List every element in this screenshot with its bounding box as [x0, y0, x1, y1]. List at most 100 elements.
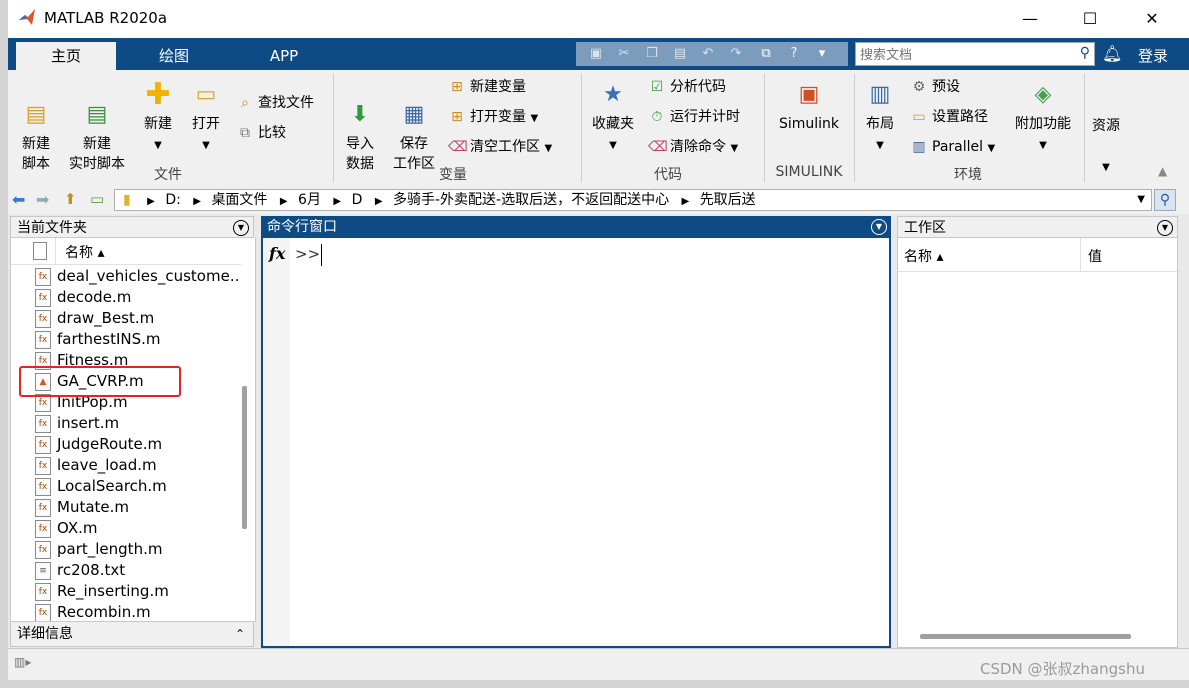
tab-home[interactable]: 主页	[16, 42, 116, 70]
open-variable-button[interactable]: ⊞ 打开变量 ▼	[448, 106, 538, 128]
panel-menu-icon[interactable]: ▼	[871, 219, 887, 235]
analyze-code-button[interactable]: ☑ 分析代码	[648, 76, 726, 98]
column-name-header[interactable]: 名称 ▴	[65, 242, 104, 262]
redo-icon[interactable]: ↷	[726, 44, 746, 64]
close-button[interactable]: ✕	[1132, 6, 1172, 32]
open-button[interactable]: ▭ 打开 ▼	[186, 80, 226, 156]
file-list-item[interactable]: fx farthestINS.m	[35, 329, 161, 350]
workspace-scrollbar[interactable]	[920, 634, 1131, 639]
path-segment[interactable]: 6月	[298, 192, 321, 208]
file-name: OX.m	[57, 519, 98, 537]
function-browser-icon[interactable]: fx	[269, 244, 285, 263]
details-label: 详细信息	[17, 626, 73, 642]
minimize-button[interactable]: —	[1010, 6, 1050, 32]
file-list-item[interactable]: ≡ rc208.txt	[35, 560, 125, 581]
path-segment[interactable]: D:	[165, 192, 181, 208]
preferences-button[interactable]: ⚙ 预设	[910, 76, 960, 98]
file-list-item[interactable]: fx LocalSearch.m	[35, 476, 167, 497]
title-bar: MATLAB R2020a — ☐ ✕	[8, 0, 1189, 38]
browse-folder-icon[interactable]: ▭	[90, 190, 104, 208]
clear-workspace-button[interactable]: ⌫ 清空工作区 ▼	[448, 136, 552, 158]
function-file-icon: fx	[35, 519, 51, 538]
new-live-script-button[interactable]: ▤ 新建 实时脚本	[66, 80, 128, 174]
layout-button[interactable]: ▥ 布局 ▼	[860, 80, 900, 156]
file-list-item[interactable]: fx JudgeRoute.m	[35, 434, 162, 455]
quick-access-menu-icon[interactable]: ▾	[812, 44, 832, 64]
path-separator-icon: ▶	[147, 196, 155, 207]
up-folder-icon[interactable]: ⬆	[64, 190, 77, 208]
path-segment[interactable]: 桌面文件	[211, 192, 267, 208]
function-file-icon: fx	[35, 603, 51, 621]
save-workspace-button[interactable]: ▦ 保存 工作区	[390, 80, 438, 174]
tab-apps[interactable]: APP	[234, 42, 334, 70]
favorites-star-icon: ★	[603, 82, 623, 107]
save-icon[interactable]: ▣	[586, 44, 606, 64]
login-link[interactable]: 登录	[1138, 45, 1168, 66]
path-separator-icon: ▶	[279, 196, 288, 207]
parallel-button[interactable]: ▥ Parallel ▼	[910, 136, 995, 158]
addons-button[interactable]: ◈ 附加功能 ▼	[1010, 80, 1076, 156]
search-docs[interactable]: ⚲	[855, 42, 1095, 66]
new-button[interactable]: ✚ 新建 ▼	[138, 80, 178, 156]
file-list-item[interactable]: fx draw_Best.m	[35, 308, 154, 329]
run-and-time-button[interactable]: ⏱ 运行并计时	[648, 106, 740, 128]
tab-plots[interactable]: 绘图	[124, 42, 224, 70]
path-segment[interactable]: 先取后送	[700, 192, 756, 208]
import-data-button[interactable]: ⬇ 导入 数据	[340, 80, 380, 174]
address-path[interactable]: ▮ ▶ D: ▶ 桌面文件 ▶ 6月 ▶ D ▶ 多骑手-外卖配送-选取后送，不…	[114, 189, 1152, 211]
details-panel-header[interactable]: 详细信息 ⌃	[10, 621, 254, 647]
file-list-item[interactable]: fx Re_inserting.m	[35, 581, 169, 602]
dropdown-arrow-icon: ▼	[609, 140, 617, 151]
column-divider	[1080, 238, 1081, 271]
panel-menu-icon[interactable]: ▼	[233, 220, 249, 236]
file-list-item[interactable]: fx Mutate.m	[35, 497, 129, 518]
file-name: JudgeRoute.m	[57, 435, 163, 453]
notification-bell-icon[interactable]: 🔔︎	[1102, 44, 1122, 63]
file-list-item[interactable]: fx leave_load.m	[35, 455, 157, 476]
help-icon[interactable]: ?	[784, 44, 804, 64]
compare-button[interactable]: ⧉ 比较	[236, 122, 286, 144]
file-list-item[interactable]: fx deal_vehicles_custome..	[35, 266, 239, 287]
path-dropdown-icon[interactable]: ▼	[1137, 190, 1145, 210]
command-window[interactable]: fx >>	[261, 238, 891, 648]
file-list-item[interactable]: fx decode.m	[35, 287, 131, 308]
new-script-button[interactable]: ▤ 新建 脚本	[16, 80, 56, 174]
forward-arrow-icon[interactable]: ➡	[36, 190, 49, 209]
favorites-button[interactable]: ★ 收藏夹 ▼	[588, 80, 638, 156]
workspace-column-name[interactable]: 名称 ▴	[904, 246, 943, 266]
copy-icon[interactable]: ❐	[642, 44, 662, 64]
file-name: draw_Best.m	[57, 309, 155, 327]
chevron-up-icon[interactable]: ⌃	[235, 622, 245, 646]
cut-icon[interactable]: ✂	[614, 44, 634, 64]
workspace-panel: 名称 ▴ 值	[897, 238, 1178, 648]
file-list-item[interactable]: fx OX.m	[35, 518, 98, 539]
workspace-column-value[interactable]: 值	[1088, 246, 1102, 266]
paste-icon[interactable]: ▤	[670, 44, 690, 64]
file-list-item[interactable]: fx Recombin.m	[35, 602, 151, 621]
file-name: part_length.m	[57, 540, 163, 558]
status-indicator-icon[interactable]: ▥▸	[14, 655, 31, 669]
search-icon[interactable]: ⚲	[1080, 45, 1090, 61]
file-list-header: 名称 ▴	[11, 238, 241, 265]
switch-windows-icon[interactable]: ⧉	[756, 44, 776, 64]
file-list-item[interactable]: fx insert.m	[35, 413, 119, 434]
resources-button[interactable]: 资源 ▼	[1088, 116, 1124, 178]
search-input[interactable]	[858, 45, 1072, 65]
clear-commands-button[interactable]: ⌫ 清除命令 ▼	[648, 136, 738, 158]
search-folder-icon[interactable]: ⚲	[1154, 189, 1176, 211]
current-folder-header: 当前文件夹 ▼	[10, 216, 254, 238]
path-segment[interactable]: D	[352, 192, 363, 208]
file-list-scrollbar[interactable]	[242, 386, 247, 529]
undo-icon[interactable]: ↶	[698, 44, 718, 64]
maximize-button[interactable]: ☐	[1070, 6, 1110, 32]
path-segment[interactable]: 多骑手-外卖配送-选取后送，不返回配送中心	[393, 192, 669, 208]
find-files-button[interactable]: ⌕ 查找文件	[236, 92, 314, 114]
new-variable-button[interactable]: ⊞ 新建变量	[448, 76, 526, 98]
panel-menu-icon[interactable]: ▼	[1157, 220, 1173, 236]
clear-commands-icon: ⌫	[648, 139, 668, 155]
set-path-button[interactable]: ▭ 设置路径	[910, 106, 988, 128]
file-list-item[interactable]: fx part_length.m	[35, 539, 162, 560]
back-arrow-icon[interactable]: ⬅	[12, 190, 25, 209]
collapse-ribbon-icon[interactable]: ▲	[1158, 164, 1167, 178]
simulink-button[interactable]: ▣ Simulink	[774, 80, 844, 134]
